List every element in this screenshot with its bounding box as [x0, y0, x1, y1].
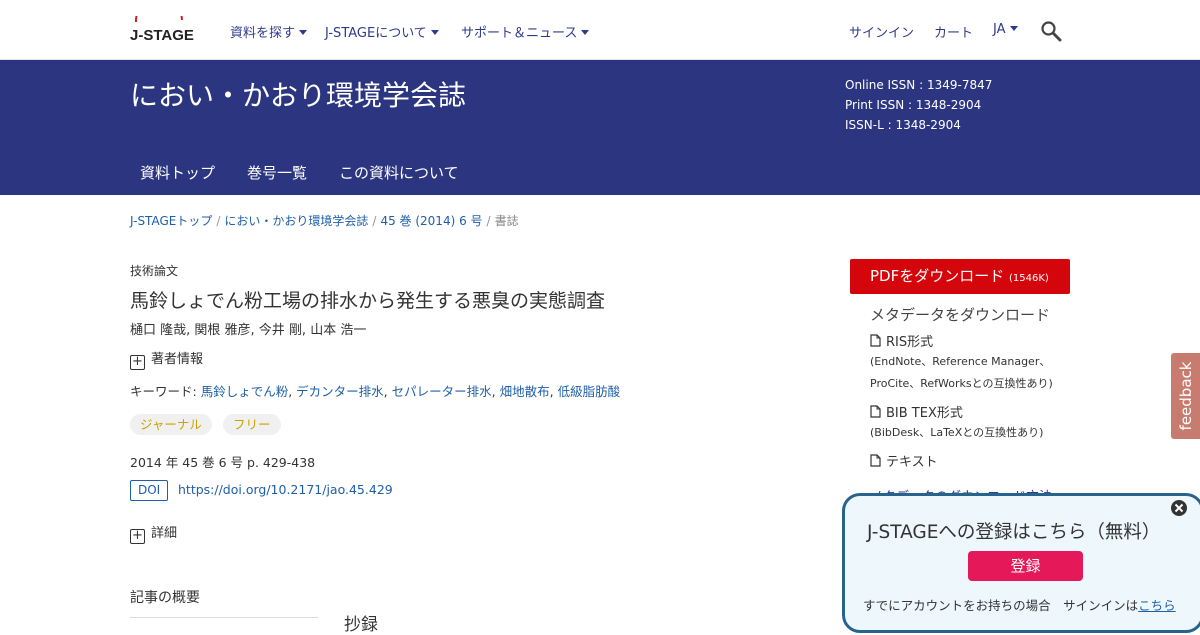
chevron-down-icon: [1009, 26, 1018, 31]
keyword-link[interactable]: 馬鈴しょでん粉: [201, 384, 289, 399]
bibtex-label: BIB TEX形式: [886, 406, 963, 421]
nav-label: サポート＆ニュース: [461, 26, 578, 41]
breadcrumb-jstage-top[interactable]: J-STAGEトップ: [130, 214, 212, 228]
chevron-down-icon: [299, 30, 308, 35]
ris-download-link[interactable]: RIS形式: [870, 331, 933, 350]
nav-label: J-STAGEについて: [325, 26, 427, 41]
signin-link[interactable]: サインイン: [849, 22, 914, 41]
nav-search-materials[interactable]: 資料を探す: [230, 22, 308, 41]
plus-icon: +: [130, 355, 145, 370]
abstract-heading: 抄録: [344, 615, 378, 635]
document-icon: [870, 454, 881, 467]
nav-about-jstage[interactable]: J-STAGEについて: [325, 22, 439, 41]
popup-title: J-STAGEへの登録はこちら（無料）: [867, 522, 1161, 543]
details-toggle[interactable]: + 詳細: [130, 522, 177, 544]
keywords: キーワード: 馬鈴しょでん粉, デカンター排水, セパレーター排水, 畑地散布,…: [130, 384, 621, 399]
breadcrumb-separator: /: [216, 214, 221, 228]
article-title: 馬鈴しょでん粉工場の排水から発生する悪臭の実態調査: [130, 290, 606, 312]
author-info-toggle[interactable]: + 著者情報: [130, 348, 203, 370]
breadcrumb-separator: /: [486, 214, 491, 228]
feedback-label: feedback: [1176, 361, 1195, 431]
breadcrumb: J-STAGEトップ / におい・かおり環境学会誌/45 巻 (2014) 6 号 /…: [130, 212, 519, 229]
chevron-down-icon: [581, 30, 590, 35]
popup-signin-label: すでにアカウントをお持ちの場合 サインインは: [863, 598, 1139, 613]
search-icon[interactable]: [1040, 20, 1062, 42]
chevron-down-icon: [430, 30, 439, 35]
pdf-size: (1546K): [1009, 273, 1049, 284]
svg-text:J-STAGE: J-STAGE: [130, 27, 194, 44]
tab-issue-list[interactable]: 巻号一覧: [247, 162, 307, 183]
keyword-link[interactable]: 畑地散布: [500, 384, 550, 399]
tab-journal-top[interactable]: 資料トップ: [140, 162, 215, 183]
jstage-logo[interactable]: J-STAGE: [130, 16, 202, 44]
free-badge: フリー: [223, 414, 281, 435]
document-icon: [870, 405, 881, 418]
keyword-link[interactable]: 低級脂肪酸: [558, 384, 621, 399]
plus-icon: +: [130, 529, 145, 544]
cart-link[interactable]: カート: [934, 22, 973, 41]
nav-support-news[interactable]: サポート＆ニュース: [461, 22, 590, 41]
document-icon: [870, 334, 881, 347]
author-info-label: 著者情報: [151, 352, 204, 367]
pdf-download-button[interactable]: PDFをダウンロード (1546K): [850, 259, 1070, 294]
journal-badge: ジャーナル: [130, 414, 212, 435]
nav-label: 資料を探す: [230, 26, 296, 41]
register-button[interactable]: 登録: [968, 551, 1083, 581]
breadcrumb-separator: /: [372, 214, 377, 228]
details-label: 詳細: [151, 526, 178, 541]
print-issn: Print ISSN : 1348-2904: [845, 98, 982, 112]
breadcrumb-journal[interactable]: におい・かおり環境学会誌: [224, 214, 368, 228]
close-icon[interactable]: [1170, 499, 1188, 517]
top-navbar: J-STAGE 資料を探す J-STAGEについて サポート＆ニュース サインイ…: [0, 0, 1200, 60]
doi-link[interactable]: https://doi.org/10.2171/jao.45.429: [178, 482, 393, 497]
ris-note: (EndNote、Reference Manager、: [870, 355, 1051, 368]
bibtex-download-link[interactable]: BIB TEX形式: [870, 402, 963, 421]
keywords-label: キーワード:: [130, 384, 201, 399]
keyword-link[interactable]: デカンター排水: [296, 384, 384, 399]
journal-title[interactable]: におい・かおり環境学会誌: [130, 74, 466, 114]
text-download-link[interactable]: テキスト: [870, 451, 938, 470]
breadcrumb-current: 書誌: [494, 214, 519, 228]
language-label: JA: [993, 22, 1006, 37]
tab-about-journal[interactable]: この資料について: [339, 162, 459, 183]
ris-label: RIS形式: [886, 335, 934, 350]
metadata-download-heading: メタデータをダウンロード: [870, 306, 1051, 324]
feedback-tab[interactable]: feedback: [1171, 353, 1200, 439]
online-issn: Online ISSN : 1349-7847: [845, 78, 993, 92]
language-selector[interactable]: JA: [993, 22, 1018, 37]
issn-l: ISSN-L : 1348-2904: [845, 118, 961, 132]
citation: 2014 年 45 巻 6 号 p. 429-438: [130, 455, 316, 470]
breadcrumb-issue[interactable]: 45 巻 (2014) 6 号: [380, 214, 482, 228]
author-list: 樋口 隆哉, 関根 雅彦, 今井 剛, 山本 浩一: [130, 323, 367, 338]
article-summary-tab[interactable]: 記事の概要: [130, 587, 200, 607]
ris-note: ProCite、RefWorksとの互換性あり): [870, 377, 1053, 390]
divider: [130, 617, 318, 618]
pdf-download-label: PDFをダウンロード: [870, 267, 1005, 285]
doi-badge: DOI: [130, 480, 169, 501]
text-label: テキスト: [886, 455, 938, 470]
article-type: 技術論文: [130, 264, 179, 278]
bibtex-note: (BibDesk、LaTeXとの互換性あり): [870, 426, 1044, 439]
keyword-link[interactable]: セパレーター排水: [392, 384, 492, 399]
popup-signin-text: すでにアカウントをお持ちの場合 サインインはこちら: [863, 595, 1176, 614]
popup-signin-link[interactable]: こちら: [1138, 598, 1176, 613]
